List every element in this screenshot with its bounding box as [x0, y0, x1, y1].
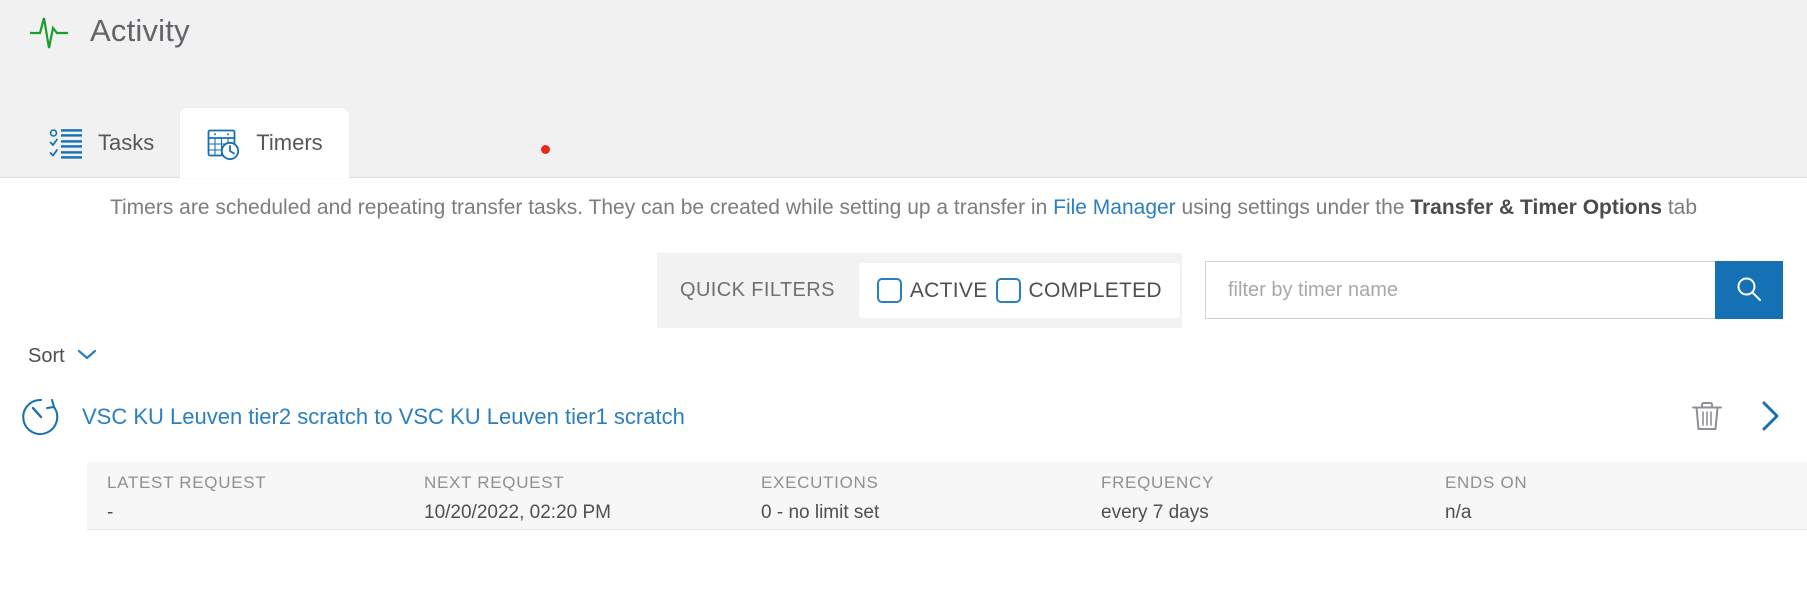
checklist-icon	[48, 125, 84, 161]
calendar-clock-icon	[206, 125, 242, 161]
description-part2: using settings under the	[1175, 196, 1411, 219]
tab-bar: Tasks Timers	[22, 108, 349, 178]
checkbox-active[interactable]	[876, 278, 902, 303]
detail-value: 0 - no limit set	[761, 502, 880, 523]
pulse-icon	[26, 8, 72, 54]
detail-latest-request: LATEST REQUEST -	[87, 473, 424, 524]
page-title: Activity	[90, 13, 190, 48]
description-part3: tab	[1662, 196, 1698, 219]
tab-label-tasks: Tasks	[98, 130, 155, 155]
page-header: Activity	[26, 8, 190, 54]
detail-header: LATEST REQUEST	[107, 473, 267, 492]
trash-icon	[1689, 398, 1725, 437]
description-text: Timers are scheduled and repeating trans…	[0, 196, 1807, 220]
expand-timer-button[interactable]	[1755, 399, 1785, 436]
description-bold: Transfer & Timer Options	[1410, 196, 1663, 219]
checkbox-completed[interactable]	[995, 278, 1021, 303]
tab-label-timers: Timers	[256, 130, 323, 155]
timer-row-actions	[1689, 385, 1785, 449]
detail-next-request: NEXT REQUEST 10/20/2022, 02:20 PM	[424, 473, 761, 524]
detail-executions: EXECUTIONS 0 - no limit set	[761, 473, 1101, 524]
quick-filters-label: QUICK FILTERS	[680, 279, 835, 301]
notification-dot	[541, 145, 550, 154]
search-icon	[1734, 274, 1764, 307]
delete-timer-button[interactable]	[1689, 398, 1725, 437]
detail-value: 10/20/2022, 02:20 PM	[424, 502, 611, 523]
detail-ends-on: ENDS ON n/a	[1445, 473, 1745, 524]
chevron-down-icon	[77, 348, 97, 366]
detail-header: ENDS ON	[1445, 473, 1528, 492]
file-manager-link[interactable]: File Manager	[1053, 196, 1176, 219]
detail-value: n/a	[1445, 502, 1472, 523]
filter-label-completed: COMPLETED	[1028, 278, 1162, 302]
detail-value: every 7 days	[1101, 502, 1209, 523]
sort-label: Sort	[28, 345, 65, 367]
timer-row: VSC KU Leuven tier2 scratch to VSC KU Le…	[0, 385, 1807, 449]
chevron-right-icon	[1755, 399, 1785, 436]
tab-tasks[interactable]: Tasks	[22, 108, 180, 178]
sort-control[interactable]: Sort	[28, 345, 97, 368]
timer-title-link[interactable]: VSC KU Leuven tier2 scratch to VSC KU Le…	[82, 404, 685, 430]
detail-header: EXECUTIONS	[761, 473, 879, 492]
detail-frequency: FREQUENCY every 7 days	[1101, 473, 1445, 524]
search-button[interactable]	[1715, 261, 1783, 319]
tab-timers[interactable]: Timers	[180, 108, 349, 178]
detail-header: FREQUENCY	[1101, 473, 1215, 492]
stopwatch-icon	[0, 394, 82, 440]
filter-active[interactable]: ACTIVE	[876, 278, 988, 303]
search-bar	[1205, 261, 1783, 319]
quick-filters-options: ACTIVE COMPLETED	[858, 263, 1180, 318]
description-part1: Timers are scheduled and repeating trans…	[109, 196, 1054, 219]
timer-details-panel: LATEST REQUEST - NEXT REQUEST 10/20/2022…	[87, 462, 1807, 530]
search-input[interactable]	[1205, 261, 1715, 319]
quick-filters-bar: QUICK FILTERS ACTIVE COMPLETED	[657, 253, 1182, 328]
filter-label-active: ACTIVE	[909, 278, 988, 302]
detail-header: NEXT REQUEST	[424, 473, 565, 492]
detail-value: -	[107, 502, 114, 523]
filter-completed[interactable]: COMPLETED	[995, 278, 1162, 303]
